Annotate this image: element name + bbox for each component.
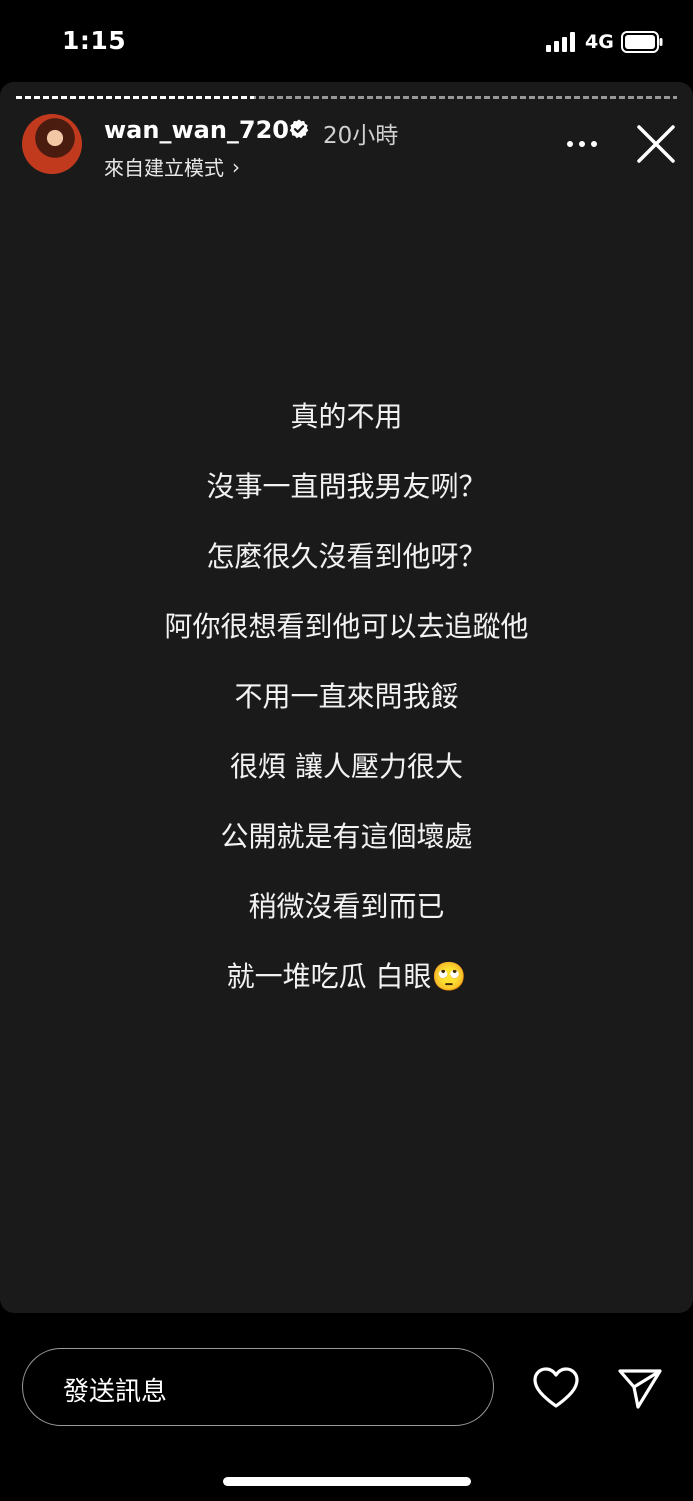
story-text-line: 怎麼很久沒看到他呀？ <box>206 540 487 573</box>
story-text-line: 沒事一直問我男友咧？ <box>206 470 487 503</box>
verified-badge-icon <box>289 119 309 139</box>
network-type: 4G <box>585 31 614 53</box>
story-progress-fill <box>16 96 254 99</box>
story-viewer[interactable]: wan_wan_720 20小時 來自建立模式 › 真的不用 沒事一直問我男友咧… <box>0 82 693 1313</box>
heart-icon[interactable] <box>532 1366 580 1410</box>
story-username[interactable]: wan_wan_720 <box>104 116 289 144</box>
story-text-block: 真的不用 沒事一直問我男友咧？ 怎麼很久沒看到他呀？ 阿你很想看到他可以去追蹤他… <box>0 382 693 1012</box>
home-indicator[interactable] <box>223 1477 471 1486</box>
story-source-label: 來自建立模式 <box>104 156 224 180</box>
story-text-line: 就一堆吃瓜 白眼🙄 <box>226 960 467 993</box>
story-source-link[interactable]: 來自建立模式 › <box>104 152 240 181</box>
message-input[interactable]: 發送訊息 <box>22 1348 494 1426</box>
send-icon[interactable] <box>616 1366 664 1410</box>
story-progress-bar <box>16 96 677 99</box>
battery-icon <box>621 31 663 53</box>
close-icon[interactable] <box>634 122 678 166</box>
more-dots-icon[interactable] <box>562 134 602 154</box>
chevron-right-icon: › <box>232 154 240 179</box>
story-text-line: 阿你很想看到他可以去追蹤他 <box>164 610 529 643</box>
status-time: 1:15 <box>62 26 127 55</box>
avatar[interactable] <box>22 114 82 174</box>
story-text-line: 公開就是有這個壞處 <box>220 820 473 853</box>
signal-bars-icon <box>546 32 575 52</box>
story-text-line: 真的不用 <box>290 400 403 433</box>
story-text-line: 很煩 讓人壓力很大 <box>230 750 463 783</box>
story-time-ago: 20小時 <box>323 123 399 149</box>
story-text-line: 不用一直來問我餒 <box>234 680 459 713</box>
status-bar: 1:15 4G <box>0 0 693 80</box>
message-input-placeholder: 發送訊息 <box>63 1377 168 1407</box>
story-text-line: 稍微沒看到而已 <box>248 890 445 923</box>
